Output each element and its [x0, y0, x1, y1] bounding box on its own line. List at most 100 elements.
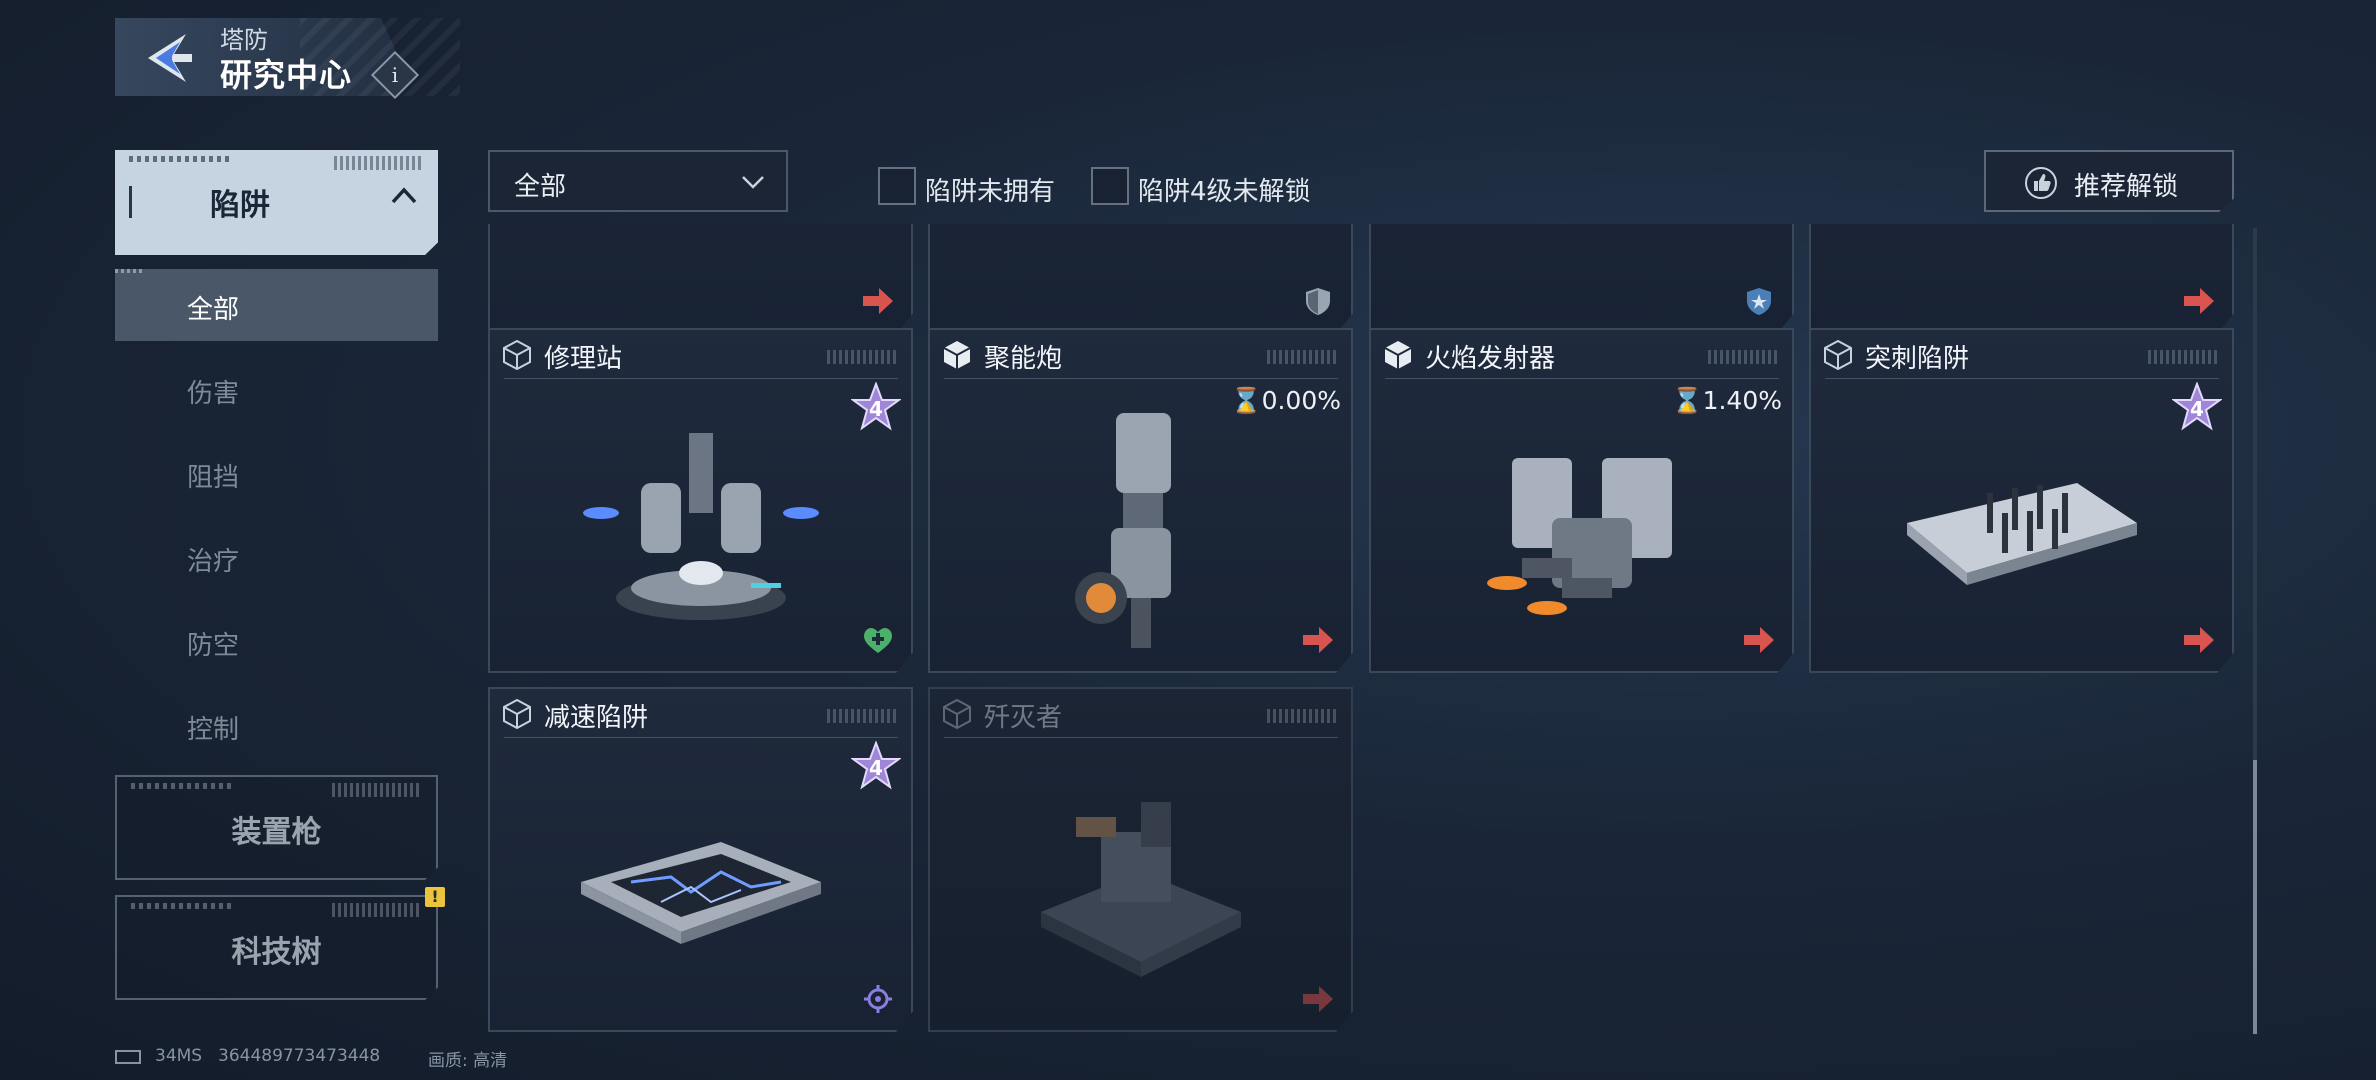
micro-text-deco [1708, 350, 1778, 364]
category-label: 陷阱 [210, 188, 270, 223]
user-id: 364489773473448 [218, 1046, 381, 1066]
category-label: 科技树 [231, 935, 322, 970]
micro-text-deco [131, 783, 231, 789]
trap-card-repair-station[interactable]: 修理站 4 [488, 328, 913, 673]
sidebar-item-label: 治疗 [187, 547, 240, 577]
cube-icon [940, 697, 974, 731]
sidebar-item-all[interactable]: 全部 [115, 269, 438, 341]
shield-icon [1301, 286, 1335, 316]
divider [1825, 378, 2219, 379]
cube-icon [1381, 338, 1415, 372]
svg-text:4: 4 [869, 756, 883, 780]
trap-card[interactable] [1369, 224, 1794, 334]
alert-badge: ! [425, 887, 445, 907]
svg-text:4: 4 [869, 397, 883, 421]
trap-grid: 修理站 4 聚能炮 ⌛0.00% 火焰发射器 ⌛1.40% 突刺陷阱 4 减速陷… [488, 224, 2238, 1034]
cube-icon [500, 338, 534, 372]
sidebar-item-label: 阻挡 [187, 463, 240, 493]
chevron-down-icon [738, 162, 768, 202]
arrow-icon [861, 286, 895, 316]
thumbs-up-icon [2024, 166, 2058, 200]
trap-name: 歼灭者 [984, 703, 1063, 733]
trap-name: 聚能炮 [984, 344, 1063, 374]
trap-name: 火焰发射器 [1425, 344, 1556, 374]
recommend-unlock-button[interactable]: 推荐解锁 [1984, 150, 2234, 212]
divider [504, 378, 898, 379]
micro-text-deco [827, 350, 897, 364]
scrollbar-thumb[interactable] [2253, 760, 2257, 1034]
back-button[interactable] [140, 28, 200, 88]
sidebar-item-damage[interactable]: 伤害 [115, 353, 438, 425]
trap-art-spike-trap [1897, 463, 2147, 607]
trap-card-annihilator[interactable]: 歼灭者 [928, 687, 1353, 1032]
micro-text-deco [1267, 709, 1337, 723]
quality-readout: 画质: 高清 [428, 1051, 508, 1071]
micro-text-deco [332, 783, 422, 797]
trap-art-slow-trap [571, 832, 831, 976]
micro-text-deco [2148, 350, 2218, 364]
arrow-icon [1301, 625, 1335, 655]
trap-name: 减速陷阱 [544, 703, 649, 733]
chevron-up-icon [389, 180, 419, 217]
sidebar-item-heal[interactable]: 治疗 [115, 521, 438, 593]
shield-star-icon [1742, 286, 1776, 316]
trap-art-focus-cannon [1061, 408, 1221, 662]
arrow-icon [1301, 984, 1335, 1014]
micro-text-deco [131, 903, 231, 909]
arrow-icon [2182, 286, 2216, 316]
micro-text-deco [115, 269, 145, 273]
checkbox-lv4-locked-label: 陷阱4级未解锁 [1138, 177, 1311, 207]
category-trap[interactable]: 陷阱 [115, 150, 438, 255]
sidebar-item-antiair[interactable]: 防空 [115, 605, 438, 677]
sidebar-item-block[interactable]: 阻挡 [115, 437, 438, 509]
star-level-badge: 4 [849, 740, 903, 791]
arrow-icon [2182, 625, 2216, 655]
checkbox-not-owned[interactable] [878, 167, 916, 205]
divider [1385, 378, 1779, 379]
trap-art-flamethrower [1462, 448, 1702, 642]
research-progress: ⌛0.00% [1230, 386, 1341, 415]
trap-art-annihilator [1021, 792, 1261, 996]
checkbox-not-owned-label: 陷阱未拥有 [925, 177, 1056, 207]
cube-icon [1821, 338, 1855, 372]
micro-text-deco [827, 709, 897, 723]
sidebar-item-control[interactable]: 控制 [115, 689, 438, 761]
cube-icon [940, 338, 974, 372]
filter-dropdown[interactable]: 全部 [488, 150, 788, 212]
divider [944, 737, 1338, 738]
research-progress: ⌛1.40% [1671, 386, 1782, 415]
checkbox-lv4-locked[interactable] [1091, 167, 1129, 205]
trap-card-focus-cannon[interactable]: 聚能炮 ⌛0.00% [928, 328, 1353, 673]
sidebar-item-label: 防空 [187, 631, 240, 661]
battery-icon [115, 1050, 141, 1064]
trap-art-repair-station [581, 423, 821, 647]
progress-value: 1.40% [1702, 386, 1782, 415]
micro-text-deco [1267, 350, 1337, 364]
trap-card-spike-trap[interactable]: 突刺陷阱 4 [1809, 328, 2234, 673]
trap-card[interactable] [1809, 224, 2234, 334]
star-level-badge: 4 [849, 381, 903, 432]
trap-card[interactable] [928, 224, 1353, 334]
trap-card-flamethrower[interactable]: 火焰发射器 ⌛1.40% [1369, 328, 1794, 673]
category-label: 装置枪 [231, 815, 322, 850]
trap-name: 突刺陷阱 [1865, 344, 1970, 374]
sidebar-item-label: 全部 [187, 295, 240, 325]
micro-text-deco [129, 156, 229, 162]
svg-text:4: 4 [2190, 397, 2204, 421]
gear-icon [861, 984, 895, 1014]
back-arrow-icon [148, 34, 192, 82]
divider [944, 378, 1338, 379]
star-level-badge: 4 [2170, 381, 2224, 432]
arrow-icon [1742, 625, 1776, 655]
category-device-gun[interactable]: 装置枪 [115, 775, 438, 880]
micro-text-deco [334, 156, 424, 170]
info-icon: i [391, 63, 399, 87]
trap-card[interactable] [488, 224, 913, 334]
trap-name: 修理站 [544, 344, 623, 374]
page-title: 研究中心 [220, 56, 353, 94]
category-tech-tree[interactable]: 科技树 [115, 895, 438, 1000]
cube-icon [500, 697, 534, 731]
trap-card-slow-trap[interactable]: 减速陷阱 4 [488, 687, 913, 1032]
micro-text-deco [332, 903, 422, 917]
dropdown-value: 全部 [514, 172, 567, 202]
